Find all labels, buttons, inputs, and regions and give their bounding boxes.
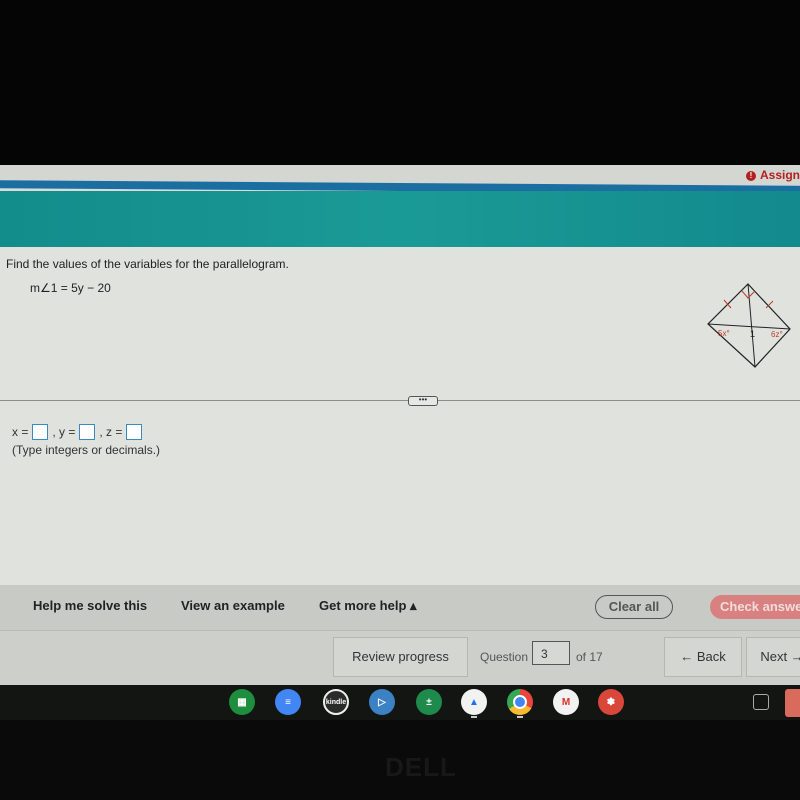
question-number-input[interactable]: 3 bbox=[532, 641, 570, 665]
view-example-button[interactable]: View an example bbox=[181, 598, 285, 613]
question-panel: Find the values of the variables for the… bbox=[0, 247, 800, 585]
label-6z: 6z° bbox=[771, 330, 783, 339]
parallelogram-figure: 5x° 1 6z° bbox=[707, 283, 791, 368]
navigation-bar: Review progress Question 3 of 17 ← Back … bbox=[0, 630, 800, 686]
x-input[interactable] bbox=[32, 424, 49, 440]
question-label: Question bbox=[480, 650, 529, 664]
back-button[interactable]: ← Back bbox=[664, 637, 742, 677]
status-tray[interactable] bbox=[785, 689, 800, 717]
drive-running-indicator bbox=[471, 716, 477, 718]
dell-logo: DELL bbox=[385, 752, 457, 782]
get-more-help-button[interactable]: Get more help ▴ bbox=[319, 598, 417, 614]
help-bar: Help me solve this View an example Get m… bbox=[0, 585, 800, 630]
review-progress-button[interactable]: Review progress bbox=[333, 637, 468, 677]
y-input[interactable] bbox=[79, 424, 96, 440]
docs-icon[interactable]: ≡ bbox=[275, 689, 301, 715]
kindle-icon[interactable]: kindle bbox=[323, 689, 349, 715]
drive-icon[interactable]: ▲ bbox=[461, 689, 487, 715]
answer-row: x = , y = , z = bbox=[12, 424, 144, 440]
overview-icon[interactable] bbox=[753, 694, 769, 710]
divider-handle[interactable]: ••• bbox=[408, 396, 438, 406]
assignment-link[interactable]: ! Assign bbox=[745, 168, 800, 182]
screen: ! Assign Find the values of the variables… bbox=[0, 165, 800, 686]
monitor-bezel-top bbox=[0, 0, 800, 165]
help-me-solve-button[interactable]: Help me solve this bbox=[33, 598, 147, 613]
gmail-icon[interactable]: M bbox=[553, 689, 579, 715]
exclamation-icon: ! bbox=[745, 171, 756, 181]
calculator-icon[interactable]: ± bbox=[416, 689, 442, 715]
next-button[interactable]: Next → bbox=[746, 637, 800, 677]
y-label: , y = bbox=[52, 425, 76, 439]
clear-all-button[interactable]: Clear all bbox=[595, 595, 673, 619]
monitor-bezel-bottom: DELL bbox=[0, 720, 800, 800]
question-total: of 17 bbox=[576, 650, 603, 664]
answer-hint: (Type integers or decimals.) bbox=[12, 443, 161, 457]
z-input[interactable] bbox=[126, 424, 143, 440]
label-5x: 5x° bbox=[718, 329, 730, 338]
taskbar-shelf: ▦ ≡ kindle ▷ ± ▲ M ✽ bbox=[0, 685, 800, 720]
check-answer-button[interactable]: Check answer bbox=[710, 595, 800, 619]
palette-icon[interactable]: ✽ bbox=[598, 689, 624, 715]
x-label: x = bbox=[12, 425, 29, 439]
header-banner bbox=[0, 191, 800, 247]
given-equation: m∠1 = 5y − 20 bbox=[30, 281, 111, 295]
assignment-label: Assign bbox=[759, 168, 800, 182]
label-angle-1: 1 bbox=[750, 329, 755, 339]
question-text: Find the values of the variables for the… bbox=[6, 257, 289, 271]
z-label: , z = bbox=[99, 425, 123, 439]
chrome-running-indicator bbox=[517, 716, 523, 718]
play-icon[interactable]: ▷ bbox=[369, 689, 395, 715]
chrome-icon[interactable] bbox=[507, 689, 533, 715]
sheets-icon[interactable]: ▦ bbox=[229, 689, 255, 715]
panel-divider bbox=[0, 400, 800, 401]
